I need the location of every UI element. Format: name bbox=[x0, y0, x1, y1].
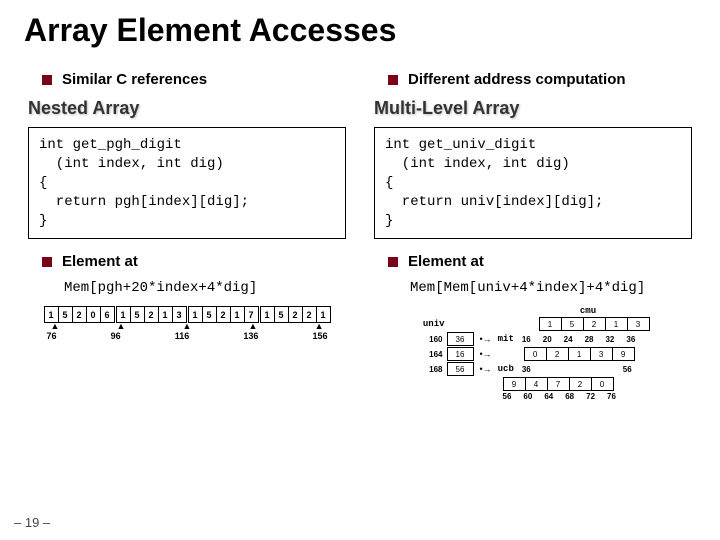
fig-right-cell: 2 bbox=[546, 348, 568, 361]
fig-left-cell: 1 bbox=[158, 307, 172, 323]
fig-right-cell: 3 bbox=[627, 318, 649, 331]
square-bullet-icon bbox=[388, 75, 398, 85]
ptr-addr: 168 bbox=[417, 365, 443, 374]
addr: 56 bbox=[623, 365, 632, 374]
fig-right-cell: 2 bbox=[583, 318, 605, 331]
fig-left-cell: 2 bbox=[302, 307, 316, 323]
addr: 36 bbox=[626, 335, 635, 344]
fig-left-cell: 5 bbox=[202, 307, 216, 323]
fig-right: cmu univ 15213 160 36 •→ bbox=[417, 306, 650, 402]
fig-left: 15206152131521715221 ▲▲▲▲▲ 76 96 116 136… bbox=[44, 306, 331, 341]
fig-left-cell: 6 bbox=[100, 307, 114, 323]
fig-left-cell: 5 bbox=[58, 307, 72, 323]
vals-row-1: 02139 bbox=[524, 347, 635, 361]
fig-left-cell: 1 bbox=[260, 307, 274, 323]
fig-left-cell: 5 bbox=[274, 307, 288, 323]
ptr-cell: 56 bbox=[447, 362, 474, 376]
figure-multilevel-array: cmu univ 15213 160 36 •→ bbox=[370, 306, 696, 402]
fig-right-cell: 4 bbox=[525, 378, 547, 391]
bullet-element-at-left: Element at bbox=[42, 253, 350, 270]
addr: 36 bbox=[522, 365, 531, 374]
fig-right-cell: 3 bbox=[590, 348, 612, 361]
bullet-different-addr: Different address computation bbox=[388, 71, 696, 88]
label-cmu: cmu bbox=[580, 306, 596, 316]
fig-right-cell: 1 bbox=[605, 318, 627, 331]
fig-left-cell: 2 bbox=[288, 307, 302, 323]
mem-expr-right: Mem[Mem[univ+4*index]+4*dig] bbox=[410, 280, 696, 296]
fig-left-cell: 5 bbox=[130, 307, 144, 323]
ptr-cell: 16 bbox=[447, 347, 474, 361]
addr: 24 bbox=[564, 335, 573, 344]
addr: 20 bbox=[543, 335, 552, 344]
arrow-icon: •→ bbox=[480, 350, 492, 359]
fig-left-ticks: 76 96 116 136 156 bbox=[44, 331, 331, 341]
subhead-nested-array: Nested Array bbox=[28, 98, 350, 119]
arrow-icon: •→ bbox=[480, 365, 492, 374]
bullet-text: Element at bbox=[408, 253, 484, 270]
subhead-multilevel-array: Multi-Level Array bbox=[374, 98, 696, 119]
fig-right-cell: 0 bbox=[524, 348, 546, 361]
left-column: Similar C references Nested Array int ge… bbox=[24, 67, 350, 402]
fig-right-cell: 1 bbox=[539, 318, 561, 331]
tick: 156 bbox=[312, 331, 327, 341]
addr: 72 bbox=[586, 392, 595, 401]
code-get-univ-digit: int get_univ_digit (int index, int dig) … bbox=[374, 127, 692, 239]
fig-right-cell: 2 bbox=[569, 378, 591, 391]
tick: 136 bbox=[243, 331, 258, 341]
tick: 96 bbox=[111, 331, 121, 341]
arrow-icon: •→ bbox=[480, 335, 492, 344]
addr: 32 bbox=[605, 335, 614, 344]
addr: 16 bbox=[522, 335, 531, 344]
bullet-text: Different address computation bbox=[408, 71, 626, 88]
fig-left-arrows: ▲▲▲▲▲ bbox=[44, 323, 331, 329]
tick: 116 bbox=[175, 331, 190, 341]
mem-expr-left: Mem[pgh+20*index+4*dig] bbox=[64, 280, 350, 296]
vals-row-0: 15213 bbox=[539, 317, 650, 331]
bullet-similar-c: Similar C references bbox=[42, 71, 350, 88]
fig-left-cell: 2 bbox=[216, 307, 230, 323]
square-bullet-icon bbox=[388, 257, 398, 267]
code-get-pgh-digit: int get_pgh_digit (int index, int dig) {… bbox=[28, 127, 346, 239]
addr: 28 bbox=[585, 335, 594, 344]
addr: 64 bbox=[544, 392, 553, 401]
fig-left-cell: 2 bbox=[72, 307, 86, 323]
addr: 76 bbox=[607, 392, 616, 401]
addr: 56 bbox=[503, 392, 512, 401]
fig-right-cell: 9 bbox=[503, 378, 525, 391]
ptr-addr: 164 bbox=[417, 350, 443, 359]
bullet-text: Element at bbox=[62, 253, 138, 270]
tick: 76 bbox=[47, 331, 57, 341]
fig-right-cell: 1 bbox=[568, 348, 590, 361]
fig-right-cell: 9 bbox=[612, 348, 634, 361]
ptr-cell: 36 bbox=[447, 332, 474, 346]
vals-row-2: 94720 bbox=[503, 377, 614, 391]
addr: 60 bbox=[523, 392, 532, 401]
label-ucb: ucb bbox=[498, 364, 514, 374]
fig-right-cell: 0 bbox=[591, 378, 613, 391]
figure-nested-array: 15206152131521715221 ▲▲▲▲▲ 76 96 116 136… bbox=[24, 306, 350, 341]
addr: 68 bbox=[565, 392, 574, 401]
fig-right-cell: 5 bbox=[561, 318, 583, 331]
two-column-layout: Similar C references Nested Array int ge… bbox=[24, 67, 696, 402]
right-column: Different address computation Multi-Leve… bbox=[370, 67, 696, 402]
square-bullet-icon bbox=[42, 257, 52, 267]
label-mit: mit bbox=[498, 334, 514, 344]
page-number: – 19 – bbox=[14, 515, 50, 530]
square-bullet-icon bbox=[42, 75, 52, 85]
fig-right-cell: 7 bbox=[547, 378, 569, 391]
label-univ: univ bbox=[423, 319, 445, 329]
bullet-text: Similar C references bbox=[62, 71, 207, 88]
fig-left-cell: 1 bbox=[230, 307, 244, 323]
bullet-element-at-right: Element at bbox=[388, 253, 696, 270]
fig-left-cell: 2 bbox=[144, 307, 158, 323]
fig-left-cell: 0 bbox=[86, 307, 100, 323]
ptr-addr: 160 bbox=[417, 335, 443, 344]
page-title: Array Element Accesses bbox=[24, 12, 696, 49]
